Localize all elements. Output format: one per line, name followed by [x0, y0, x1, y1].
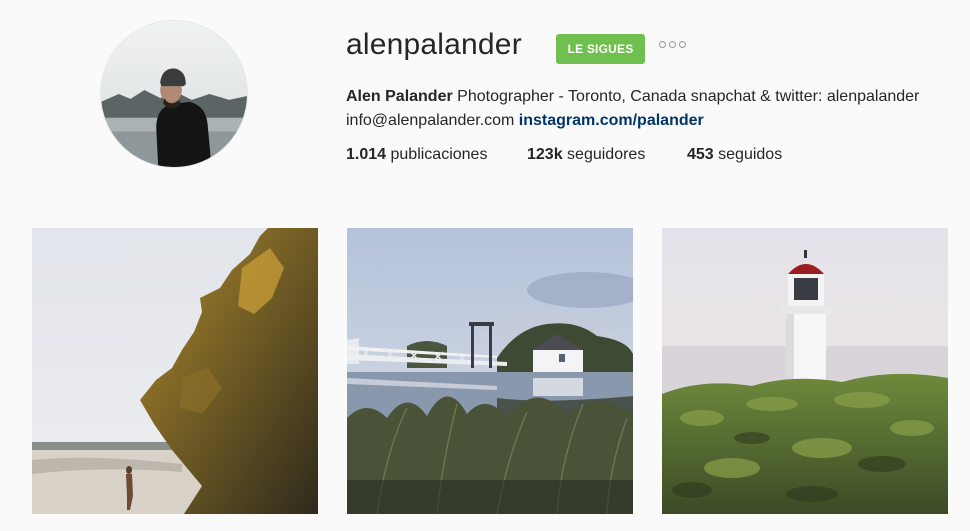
stat-posts: 1.014 publicaciones [346, 146, 487, 164]
profile-bio: Alen Palander Photographer - Toronto, Ca… [346, 85, 946, 133]
profile-username: alenpalander [346, 28, 522, 61]
post-image-bridge [347, 228, 633, 514]
avatar-image [101, 21, 247, 167]
option-dot-3 [679, 41, 686, 48]
post-thumbnail-bridge[interactable] [347, 228, 633, 514]
post-thumbnail-cliff[interactable] [32, 228, 318, 514]
following-count: 453 [687, 146, 714, 163]
option-dot-1 [659, 41, 666, 48]
bio-link[interactable]: instagram.com/palander [519, 112, 704, 129]
stat-following[interactable]: 453 seguidos [687, 146, 782, 164]
profile-avatar [100, 20, 248, 168]
following-label: seguidos [713, 146, 783, 163]
post-thumbnail-lighthouse[interactable] [662, 228, 948, 514]
post-image-lighthouse [662, 228, 948, 514]
posts-count: 1.014 [346, 146, 387, 163]
more-options-icon[interactable] [659, 41, 686, 48]
profile-full-name: Alen Palander [346, 88, 453, 105]
followers-label: seguidores [562, 146, 646, 163]
stat-followers[interactable]: 123k seguidores [527, 146, 645, 164]
followers-count: 123k [527, 146, 563, 163]
option-dot-2 [669, 41, 676, 48]
post-image-cliff [32, 228, 318, 514]
posts-label: publicaciones [386, 146, 488, 163]
following-button[interactable]: LE SIGUES [556, 34, 645, 64]
